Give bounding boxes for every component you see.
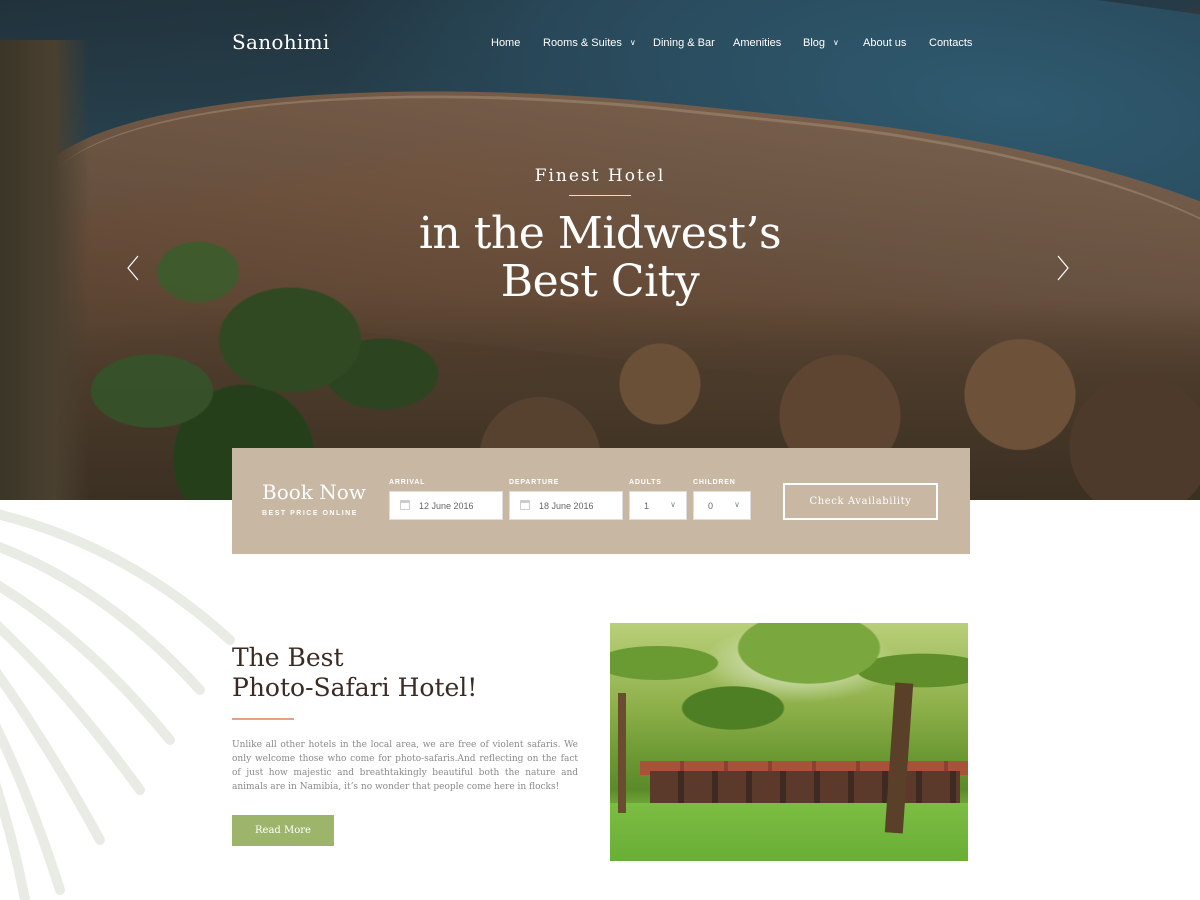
chevron-right-icon: [1057, 255, 1069, 281]
arrival-date-field[interactable]: 12 June 2016: [389, 491, 503, 520]
booking-title: Book Now: [262, 480, 366, 504]
departure-label: DEPARTURE: [509, 479, 560, 486]
adults-label: ADULTS: [629, 479, 662, 486]
nav-label: About us: [863, 37, 907, 49]
palm-leaf-icon: [0, 509, 235, 900]
read-more-button[interactable]: Read More: [232, 815, 334, 846]
hotel-photo: [610, 623, 968, 861]
photo-tree-trunk: [618, 693, 626, 813]
chevron-down-icon: ∨: [833, 38, 839, 47]
booking-form: Book Now BEST PRICE ONLINE ARRIVAL 12 Ju…: [232, 448, 970, 554]
children-label: CHILDREN: [693, 479, 736, 486]
calendar-icon: [520, 500, 530, 510]
photo-tree-canopy: [610, 623, 968, 753]
about-divider: [232, 718, 294, 720]
photo-lawn: [610, 803, 968, 861]
about-title-line1: The Best: [232, 643, 344, 672]
main-nav: Home Rooms & Suites ∨ Dining & Bar Amenit…: [0, 37, 1200, 53]
slider-next-button[interactable]: [1056, 254, 1070, 282]
departure-date-value: 18 June 2016: [539, 501, 594, 511]
nav-label: Home: [491, 37, 521, 49]
departure-date-field[interactable]: 18 June 2016: [509, 491, 623, 520]
nav-home[interactable]: Home: [491, 37, 520, 49]
hero-title-line1: in the Midwest’s: [418, 208, 782, 259]
hero-title-line2: Best City: [500, 256, 700, 307]
check-availability-button[interactable]: Check Availability: [783, 483, 938, 520]
adults-value: 1: [644, 501, 650, 511]
chevron-down-icon: ∨: [670, 500, 676, 509]
about-text: Unlike all other hotels in the local are…: [232, 740, 578, 792]
arrival-date-value: 12 June 2016: [419, 501, 474, 511]
nav-amenities[interactable]: Amenities: [733, 37, 781, 49]
about-title-line2: Photo-Safari Hotel!: [232, 673, 478, 702]
children-value: 0: [708, 501, 714, 511]
booking-subtitle: BEST PRICE ONLINE: [262, 510, 358, 517]
nav-label: Blog: [803, 37, 826, 49]
nav-about-us[interactable]: About us: [863, 37, 906, 49]
nav-dining-bar[interactable]: Dining & Bar: [653, 37, 715, 49]
nav-label: Amenities: [733, 37, 782, 49]
chevron-down-icon: ∨: [734, 500, 740, 509]
nav-label: Contacts: [929, 37, 973, 49]
nav-blog[interactable]: Blog ∨: [803, 37, 839, 49]
chevron-down-icon: ∨: [629, 38, 636, 47]
slider-prev-button[interactable]: [126, 254, 140, 282]
adults-select[interactable]: 1 ∨: [629, 491, 687, 520]
hero-subtitle: Finest Hotel: [534, 166, 666, 186]
chevron-left-icon: [127, 255, 139, 281]
calendar-icon: [400, 500, 410, 510]
about-title: The Best Photo-Safari Hotel!: [232, 643, 477, 703]
palm-leaf-decoration: [0, 500, 240, 900]
photo-lodge: [650, 771, 960, 807]
nav-label: Dining & Bar: [653, 37, 715, 49]
hero-divider: [569, 195, 631, 196]
hero-title: in the Midwest’s Best City: [0, 210, 1200, 306]
nav-rooms-suites[interactable]: Rooms & Suites ∨: [543, 37, 636, 49]
children-select[interactable]: 0 ∨: [693, 491, 751, 520]
arrival-label: ARRIVAL: [389, 479, 426, 486]
nav-contacts[interactable]: Contacts: [929, 37, 972, 49]
nav-label: Rooms & Suites: [543, 37, 622, 49]
